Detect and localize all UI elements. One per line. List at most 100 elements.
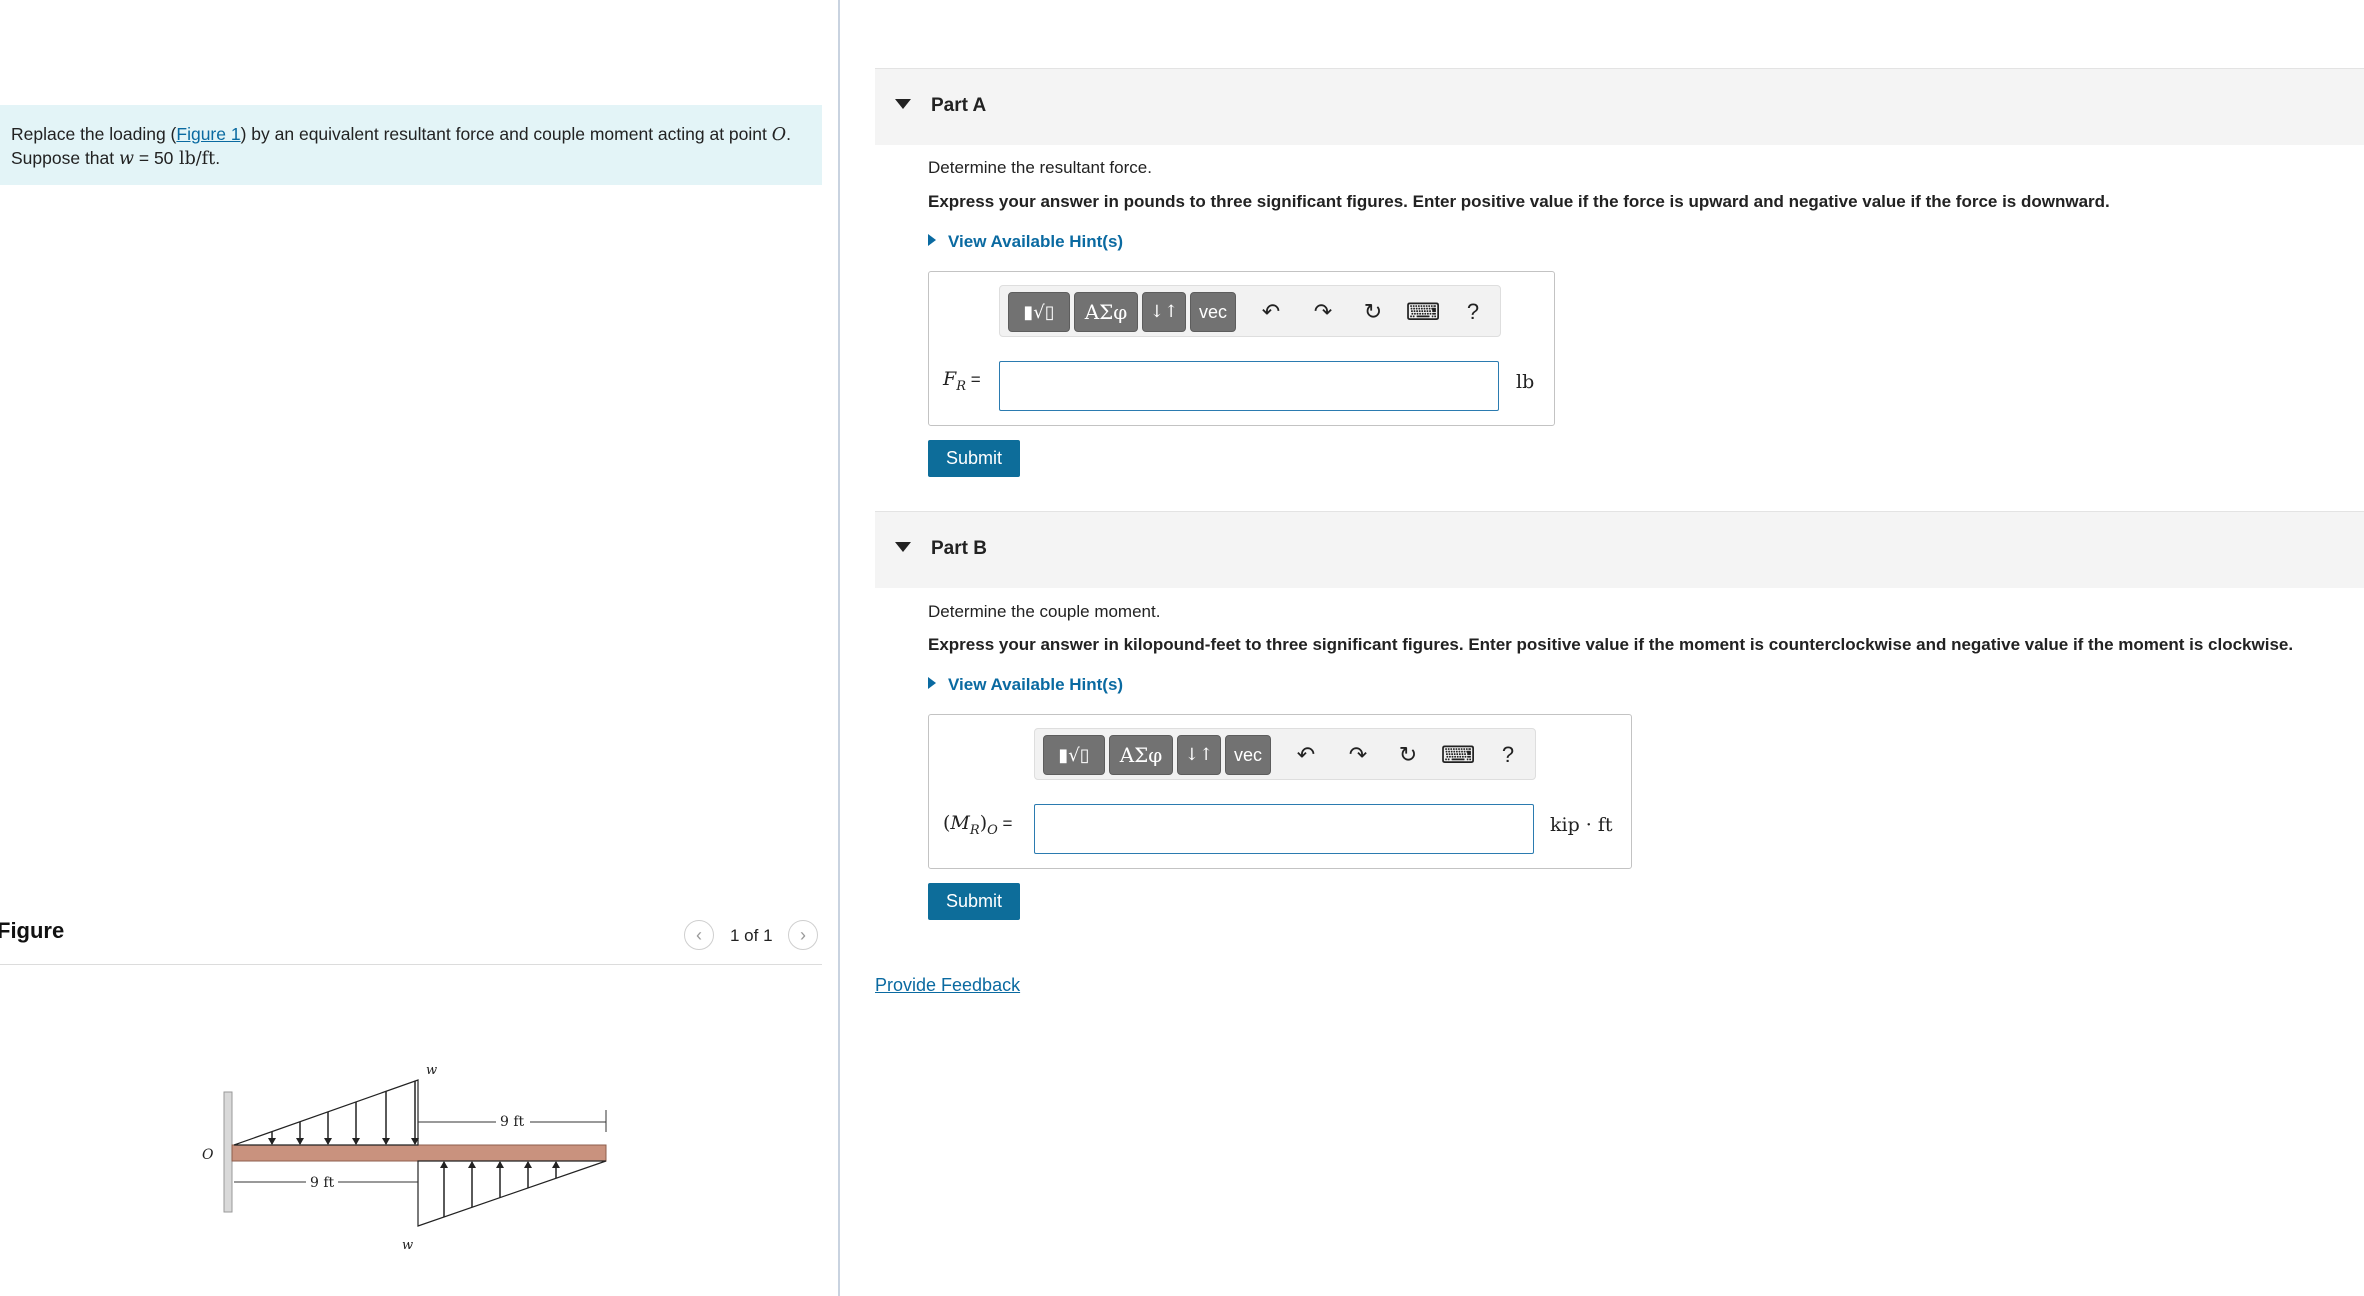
problem-text: . bbox=[786, 124, 791, 144]
problem-line-1: Replace the loading (Figure 1) by an equ… bbox=[11, 123, 812, 147]
part-b-header[interactable]: Part B bbox=[875, 511, 2364, 588]
caret-right-icon bbox=[928, 234, 936, 246]
reset-button[interactable]: ↻ bbox=[1391, 739, 1425, 771]
part-a-format-instruction: Express your answer in pounds to three s… bbox=[928, 192, 2110, 211]
lower-distributed-load bbox=[417, 1160, 607, 1227]
part-a-unit: lb bbox=[1516, 371, 1535, 393]
variable-symbol: F bbox=[943, 368, 957, 390]
undo-icon: ↶ bbox=[1261, 299, 1281, 324]
part-a-instruction: Determine the resultant force. bbox=[928, 158, 1152, 177]
part-a-answer-input[interactable] bbox=[999, 361, 1499, 411]
math-toolbar: ▮√▯ ΑΣφ ↓↑ vec ↶ ↷ ↻ ⌨ ? bbox=[999, 285, 1501, 337]
help-button[interactable]: ? bbox=[1456, 296, 1490, 328]
equals-sign: = bbox=[997, 814, 1013, 833]
templates-icon: ▮√▯ bbox=[1058, 744, 1090, 766]
part-a-label: Part A bbox=[931, 95, 987, 116]
part-a-body: Determine the resultant force. Express y… bbox=[928, 144, 2358, 484]
problem-text: = bbox=[133, 148, 154, 168]
part-a-variable-label: FR = bbox=[943, 368, 981, 394]
redo-icon: ↷ bbox=[1348, 742, 1368, 767]
part-b-format-instruction: Express your answer in kilopound-feet to… bbox=[928, 635, 2294, 654]
part-b-hint-toggle[interactable]: View Available Hint(s) bbox=[928, 675, 1123, 695]
vector-button[interactable]: vec bbox=[1225, 735, 1271, 775]
chevron-right-icon: › bbox=[800, 924, 806, 945]
variable-subscript: R bbox=[956, 378, 966, 394]
loading-diagram: w 9 ft O 9 ft w bbox=[202, 1063, 607, 1253]
part-a-answer-box: ▮√▯ ΑΣφ ↓↑ vec ↶ ↷ ↻ ⌨ ? FR = lb bbox=[928, 271, 1555, 426]
keyboard-icon: ⌨ bbox=[1440, 741, 1476, 769]
problem-statement: Replace the loading (Figure 1) by an equ… bbox=[0, 105, 822, 185]
arrows-button[interactable]: ↓↑ bbox=[1177, 735, 1221, 775]
redo-button[interactable]: ↷ bbox=[1341, 739, 1375, 771]
part-b-answer-box: ▮√▯ ΑΣφ ↓↑ vec ↶ ↷ ↻ ⌨ ? (MR)O = kip · f… bbox=[928, 714, 1632, 869]
vector-label: vec bbox=[1198, 301, 1227, 322]
part-b-label: Part B bbox=[931, 538, 987, 559]
answer-pane: Part A Determine the resultant force. Ex… bbox=[840, 0, 2364, 1296]
part-b-body: Determine the couple moment. Express you… bbox=[928, 587, 2358, 927]
upper-load-arrows bbox=[268, 1081, 419, 1145]
greek-symbols-button[interactable]: ΑΣφ bbox=[1109, 735, 1173, 775]
hint-label: View Available Hint(s) bbox=[948, 232, 1124, 251]
span-bottom-label: 9 ft bbox=[310, 1175, 335, 1191]
templates-icon: ▮√▯ bbox=[1023, 301, 1055, 323]
collapse-caret-icon bbox=[895, 99, 911, 109]
undo-icon: ↶ bbox=[1296, 742, 1316, 767]
provide-feedback-link[interactable]: Provide Feedback bbox=[875, 975, 1020, 996]
templates-button[interactable]: ▮√▯ bbox=[1008, 292, 1070, 332]
keyboard-button[interactable]: ⌨ bbox=[1440, 739, 1476, 771]
part-a-submit-button[interactable]: Submit bbox=[928, 440, 1020, 477]
arrows-icon: ↓↑ bbox=[1184, 745, 1214, 765]
part-a-header[interactable]: Part A bbox=[875, 68, 2364, 145]
templates-button[interactable]: ▮√▯ bbox=[1043, 735, 1105, 775]
keyboard-button[interactable]: ⌨ bbox=[1406, 296, 1441, 328]
variable-symbol: M bbox=[950, 812, 970, 834]
part-b-submit-button[interactable]: Submit bbox=[928, 883, 1020, 920]
undo-button[interactable]: ↶ bbox=[1289, 739, 1323, 771]
hint-label: View Available Hint(s) bbox=[948, 675, 1124, 694]
problem-pane: Replace the loading (Figure 1) by an equ… bbox=[0, 0, 838, 1296]
w-unit: lb/ft bbox=[173, 149, 216, 169]
problem-line-2: Suppose that w = 50 lb/ft. bbox=[11, 147, 812, 171]
greek-symbols-button[interactable]: ΑΣφ bbox=[1074, 292, 1138, 332]
help-icon: ? bbox=[1501, 742, 1515, 767]
arrows-button[interactable]: ↓↑ bbox=[1142, 292, 1186, 332]
figure-link[interactable]: Figure 1 bbox=[176, 124, 240, 144]
part-b-variable-label: (MR)O = bbox=[943, 812, 1012, 838]
part-b-instruction: Determine the couple moment. bbox=[928, 602, 1161, 621]
redo-icon: ↷ bbox=[1313, 299, 1333, 324]
collapse-caret-icon bbox=[895, 542, 911, 552]
problem-text: Suppose that bbox=[11, 148, 119, 168]
w-symbol: w bbox=[119, 149, 134, 169]
undo-button[interactable]: ↶ bbox=[1254, 296, 1288, 328]
reset-icon: ↻ bbox=[1363, 299, 1383, 324]
redo-button[interactable]: ↷ bbox=[1306, 296, 1340, 328]
caret-right-icon bbox=[928, 677, 936, 689]
next-figure-button[interactable]: › bbox=[788, 920, 818, 950]
greek-icon: ΑΣφ bbox=[1084, 300, 1128, 324]
part-a-hint-toggle[interactable]: View Available Hint(s) bbox=[928, 232, 1123, 252]
math-toolbar: ▮√▯ ΑΣφ ↓↑ vec ↶ ↷ ↻ ⌨ ? bbox=[1034, 728, 1536, 780]
w-bottom-label: w bbox=[402, 1238, 413, 1253]
point-symbol: O bbox=[771, 125, 787, 145]
chevron-left-icon: ‹ bbox=[696, 924, 702, 945]
vector-button[interactable]: vec bbox=[1190, 292, 1236, 332]
w-top-label: w bbox=[426, 1063, 437, 1078]
equals-sign: = bbox=[965, 370, 981, 389]
previous-figure-button[interactable]: ‹ bbox=[684, 920, 714, 950]
w-value: 50 bbox=[153, 148, 174, 168]
help-button[interactable]: ? bbox=[1491, 739, 1525, 771]
problem-text: Replace the loading ( bbox=[11, 124, 177, 144]
arrows-icon: ↓↑ bbox=[1149, 302, 1179, 322]
span-top-label: 9 ft bbox=[500, 1114, 525, 1130]
reset-button[interactable]: ↻ bbox=[1356, 296, 1390, 328]
variable-subscript-2: O bbox=[987, 822, 998, 838]
problem-text: . bbox=[215, 148, 221, 168]
paren-close: ) bbox=[979, 812, 988, 834]
greek-icon: ΑΣφ bbox=[1119, 743, 1163, 767]
upper-distributed-load bbox=[233, 1079, 419, 1146]
vector-label: vec bbox=[1233, 744, 1262, 765]
part-b-answer-input[interactable] bbox=[1034, 804, 1534, 854]
problem-text: ) by an equivalent resultant force and c… bbox=[240, 124, 772, 144]
wall-support bbox=[223, 1091, 233, 1213]
help-icon: ? bbox=[1466, 299, 1480, 324]
